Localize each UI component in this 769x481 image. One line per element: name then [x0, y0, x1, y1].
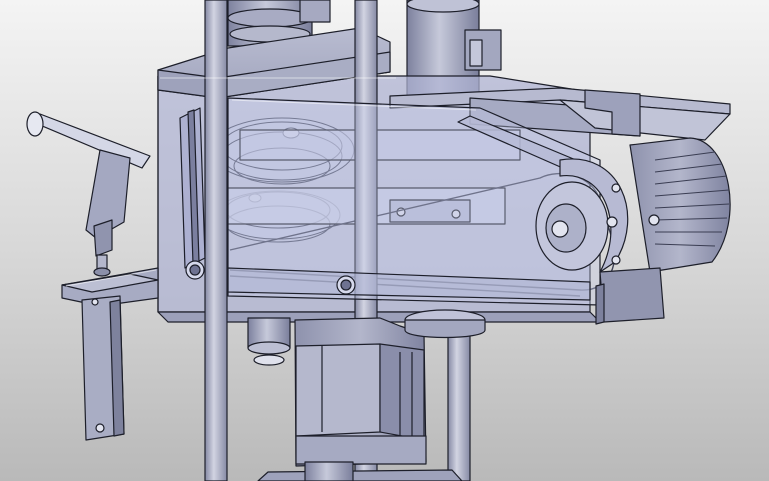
cad-model-render[interactable]	[0, 0, 769, 481]
stepper-motor[interactable]	[294, 317, 427, 467]
guide-rod-left[interactable]	[204, 0, 228, 481]
sensor-arm[interactable]	[26, 111, 151, 277]
linear-actuator[interactable]	[81, 295, 125, 441]
lower-pulley[interactable]	[404, 309, 486, 339]
lower-bearing-housing[interactable]	[247, 317, 291, 366]
left-guide-plate[interactable]	[179, 107, 206, 269]
guide-rod-rear[interactable]	[447, 327, 471, 481]
cad-viewport[interactable]	[0, 0, 769, 481]
